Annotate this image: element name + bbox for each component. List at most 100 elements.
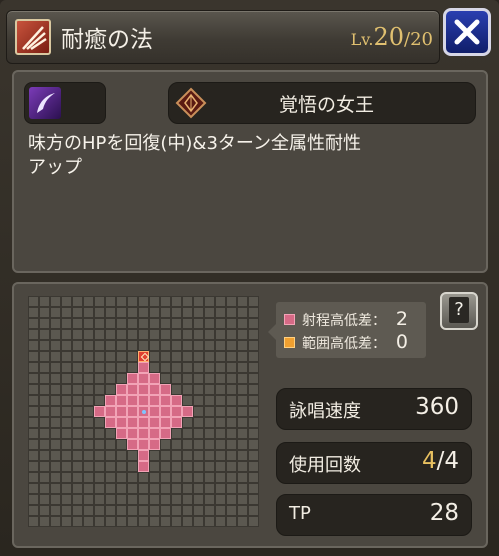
grid-cell: [204, 340, 215, 351]
grid-cell: [127, 472, 138, 483]
help-button[interactable]: ?: [440, 292, 478, 330]
target-marker-cell: [138, 351, 149, 362]
grid-cell: [39, 373, 50, 384]
grid-cell: [248, 450, 259, 461]
grid-cell: [50, 450, 61, 461]
range-cell: [138, 428, 149, 439]
grid-cell: [160, 472, 171, 483]
grid-cell: [215, 351, 226, 362]
skill-claw-icon: [15, 19, 51, 55]
ability-slot[interactable]: 覚悟の女王: [168, 82, 476, 124]
grid-cell: [83, 483, 94, 494]
grid-cell: [204, 329, 215, 340]
uses-value: 4/4: [422, 448, 459, 474]
grid-cell: [83, 461, 94, 472]
grid-cell: [215, 494, 226, 505]
range-cell: [105, 417, 116, 428]
grid-cell: [204, 428, 215, 439]
grid-cell: [149, 483, 160, 494]
range-cell: [138, 439, 149, 450]
grid-cell: [171, 428, 182, 439]
close-icon: [454, 19, 480, 45]
grid-cell: [138, 307, 149, 318]
grid-cell: [226, 307, 237, 318]
grid-cell: [226, 417, 237, 428]
grid-cell: [39, 307, 50, 318]
cast-speed-row: 詠唱速度 360: [276, 388, 472, 430]
grid-cell: [215, 428, 226, 439]
range-cell: [160, 406, 171, 417]
grid-cell: [237, 318, 248, 329]
grid-cell: [72, 450, 83, 461]
grid-cell: [72, 516, 83, 527]
help-icon: ?: [449, 297, 469, 323]
grid-cell: [105, 505, 116, 516]
grid-cell: [138, 329, 149, 340]
grid-cell: [193, 406, 204, 417]
grid-cell: [50, 417, 61, 428]
grid-cell: [116, 483, 127, 494]
weapon-slot[interactable]: [24, 82, 106, 124]
grid-cell: [83, 450, 94, 461]
grid-cell: [171, 505, 182, 516]
range-cell: [149, 384, 160, 395]
grid-cell: [127, 296, 138, 307]
range-cell: [127, 439, 138, 450]
grid-cell: [28, 439, 39, 450]
grid-cell: [226, 296, 237, 307]
tp-row: TP 28: [276, 494, 472, 536]
grid-cell: [248, 351, 259, 362]
area-height-value: 0: [395, 331, 408, 353]
grid-cell: [248, 472, 259, 483]
grid-cell: [193, 351, 204, 362]
skill-level: Lv.20/20: [351, 23, 433, 51]
grid-cell: [39, 483, 50, 494]
grid-cell: [127, 362, 138, 373]
grid-cell: [61, 373, 72, 384]
grid-cell: [72, 494, 83, 505]
grid-cell: [204, 516, 215, 527]
grid-cell: [204, 318, 215, 329]
grid-cell: [83, 351, 94, 362]
grid-cell: [193, 461, 204, 472]
grid-cell: [215, 318, 226, 329]
grid-cell: [204, 483, 215, 494]
grid-cell: [248, 373, 259, 384]
grid-cell: [149, 318, 160, 329]
grid-cell: [116, 373, 127, 384]
close-button[interactable]: [443, 8, 491, 56]
grid-cell: [182, 439, 193, 450]
range-cell: [127, 417, 138, 428]
grid-cell: [39, 362, 50, 373]
grid-cell: [61, 318, 72, 329]
grid-cell: [61, 406, 72, 417]
grid-cell: [127, 450, 138, 461]
grid-cell: [72, 472, 83, 483]
range-cell: [116, 406, 127, 417]
grid-cell: [171, 329, 182, 340]
skill-description: 味方のHPを回復(中)&3ターン全属性耐性 アップ: [28, 132, 468, 180]
grid-cell: [50, 351, 61, 362]
range-cell: [127, 428, 138, 439]
grid-cell: [149, 461, 160, 472]
grid-cell: [237, 494, 248, 505]
grid-cell: [193, 296, 204, 307]
grid-cell: [226, 472, 237, 483]
grid-cell: [149, 494, 160, 505]
grid-cell: [138, 318, 149, 329]
range-cell: [149, 395, 160, 406]
range-cell: [182, 406, 193, 417]
range-cell: [138, 461, 149, 472]
grid-cell: [237, 395, 248, 406]
skill-title: 耐癒の法: [61, 27, 153, 53]
level-current: 20: [373, 23, 405, 51]
grid-cell: [28, 406, 39, 417]
grid-cell: [105, 439, 116, 450]
grid-cell: [83, 296, 94, 307]
grid-cell: [182, 318, 193, 329]
grid-cell: [160, 450, 171, 461]
grid-cell: [215, 395, 226, 406]
grid-cell: [204, 362, 215, 373]
grid-cell: [149, 505, 160, 516]
grid-cell: [72, 307, 83, 318]
